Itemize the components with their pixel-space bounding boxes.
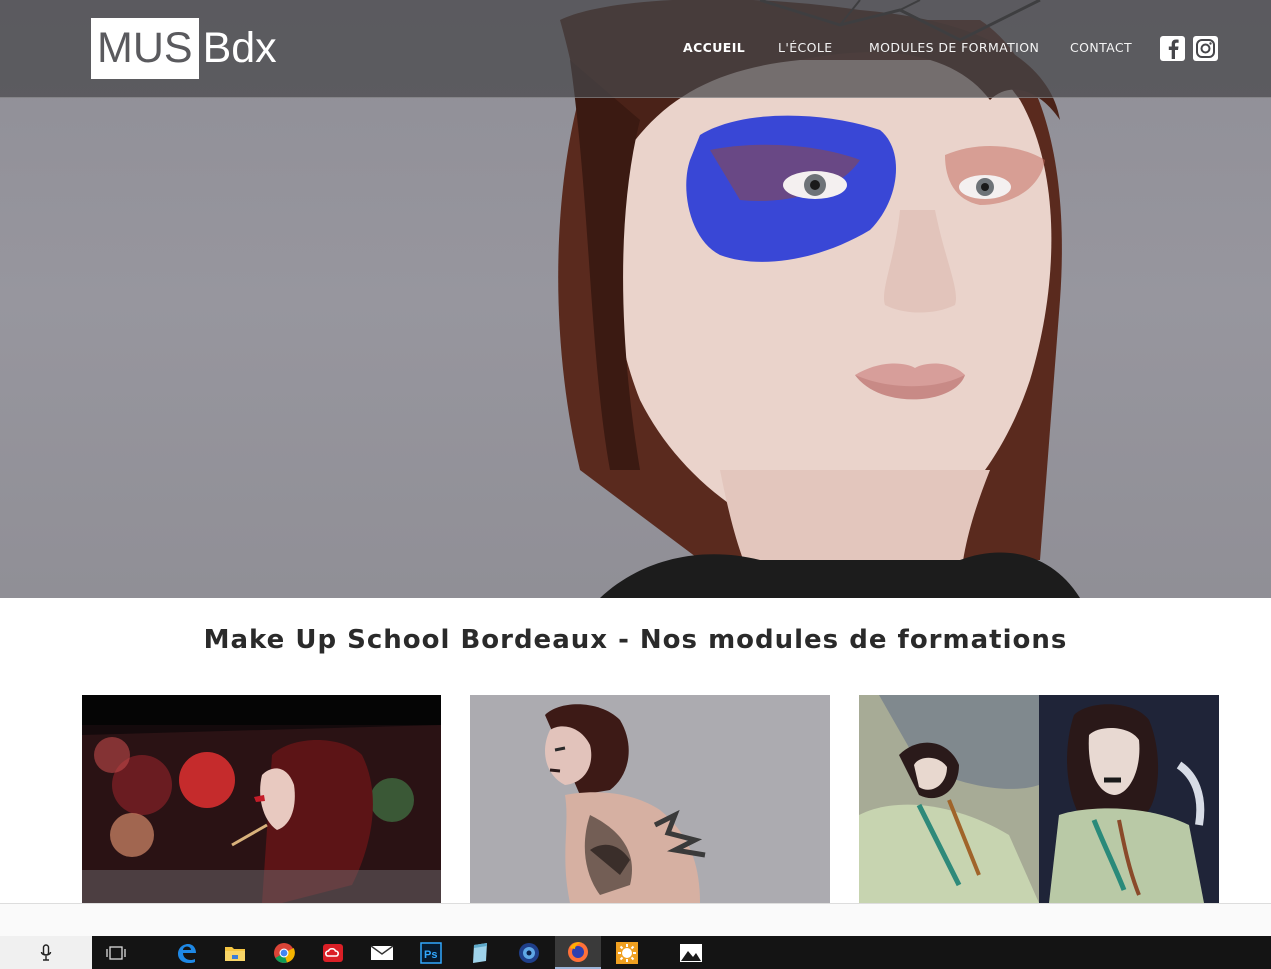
logo-boxed-text: MUS — [91, 18, 199, 79]
nav-item-ecole[interactable]: L'ÉCOLE — [778, 40, 833, 55]
sun-settings-icon[interactable] — [604, 936, 650, 969]
microphone-icon[interactable] — [0, 936, 92, 969]
instagram-icon[interactable] — [1193, 36, 1218, 61]
photos-icon[interactable] — [668, 936, 714, 969]
photoshop-icon[interactable]: Ps — [408, 936, 454, 969]
module-card-image-3[interactable] — [859, 695, 1219, 903]
woman-in-car-image — [82, 695, 441, 903]
body-paint-image — [470, 695, 830, 903]
chrome-icon[interactable] — [261, 936, 307, 969]
social-links — [1160, 36, 1218, 61]
file-explorer-icon[interactable] — [212, 936, 258, 969]
task-view-icon[interactable] — [93, 936, 139, 969]
app-circle-icon[interactable] — [506, 936, 552, 969]
hero-banner: MUS Bdx ACCUEIL L'ÉCOLE MODULES DE FORMA… — [0, 0, 1271, 598]
facebook-icon[interactable] — [1160, 36, 1185, 61]
section-title: Make Up School Bordeaux - Nos modules de… — [203, 625, 1068, 655]
top-navigation-bar: MUS Bdx ACCUEIL L'ÉCOLE MODULES DE FORMA… — [0, 0, 1271, 98]
module-card-image-2[interactable] — [470, 695, 830, 903]
two-women-image — [859, 695, 1219, 903]
notepad-icon[interactable] — [457, 936, 503, 969]
edge-icon[interactable] — [163, 936, 209, 969]
creative-cloud-icon[interactable] — [310, 936, 356, 969]
nav-item-modules-de-formation[interactable]: MODULES DE FORMATION — [869, 40, 1039, 55]
mail-icon[interactable] — [359, 936, 405, 969]
page-bottom-strip — [0, 903, 1271, 937]
svg-text:Ps: Ps — [424, 949, 437, 961]
logo-text: Bdx — [202, 24, 277, 72]
module-card-image-1[interactable] — [82, 695, 441, 903]
nav-item-contact[interactable]: CONTACT — [1070, 40, 1132, 55]
nav-item-accueil[interactable]: ACCUEIL — [683, 40, 745, 55]
firefox-icon[interactable] — [555, 936, 601, 969]
site-logo[interactable]: MUS Bdx — [91, 18, 277, 79]
